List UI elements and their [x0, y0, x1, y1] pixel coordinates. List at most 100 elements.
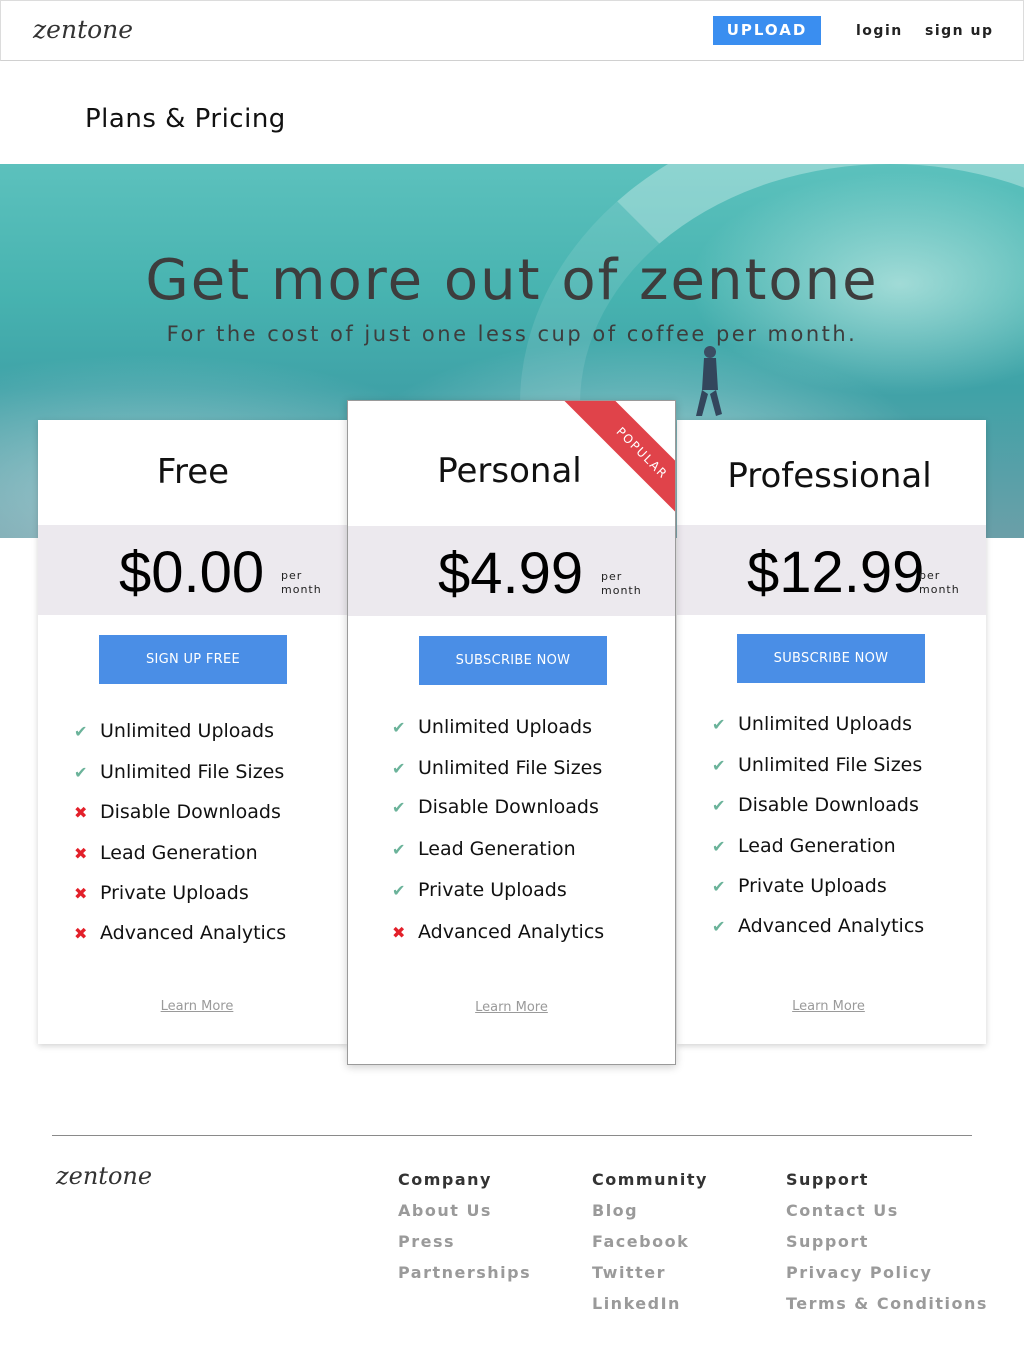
plan-card-personal: POPULAR Personal $4.99 per month SUBSCRI… — [347, 400, 676, 1065]
feature-item: ✖ Lead Generation — [74, 841, 258, 865]
check-icon: ✔ — [712, 714, 726, 734]
page-title: Plans & Pricing — [85, 104, 286, 134]
plan-price: $0.00 — [119, 540, 265, 605]
footer-logo[interactable]: zentone — [56, 1162, 152, 1190]
check-icon: ✔ — [712, 916, 726, 936]
login-link[interactable]: login — [856, 23, 903, 39]
feature-label: Disable Downloads — [418, 796, 599, 818]
upload-button[interactable]: UPLOAD — [713, 16, 821, 45]
plan-name: Professional — [727, 456, 932, 496]
feature-item: ✔ Unlimited Uploads — [392, 715, 592, 739]
plan-price: $4.99 — [438, 541, 584, 606]
cross-icon: ✖ — [74, 923, 88, 943]
learn-more-link[interactable]: Learn More — [674, 999, 983, 1014]
feature-label: Unlimited Uploads — [100, 720, 275, 742]
signup-link[interactable]: sign up — [925, 23, 993, 39]
footer-link[interactable]: Facebook — [592, 1232, 708, 1263]
footer-column-support: Support Contact Us Support Privacy Polic… — [786, 1170, 988, 1325]
plan-card-professional: Professional $12.99 per month SUBSCRIBE … — [677, 420, 986, 1044]
feature-item: ✖ Advanced Analytics — [74, 921, 286, 945]
learn-more-link[interactable]: Learn More — [348, 1000, 675, 1015]
footer-link[interactable]: Privacy Policy — [786, 1263, 988, 1294]
top-navbar: zentone UPLOAD login sign up — [0, 0, 1024, 61]
check-icon: ✔ — [712, 795, 726, 815]
feature-label: Unlimited File Sizes — [100, 761, 285, 783]
subscribe-now-button[interactable]: SUBSCRIBE NOW — [419, 636, 607, 685]
footer-link[interactable]: Twitter — [592, 1263, 708, 1294]
footer-link[interactable]: Blog — [592, 1201, 708, 1232]
feature-item: ✔ Unlimited Uploads — [712, 712, 912, 736]
check-icon: ✔ — [392, 880, 406, 900]
footer-column-company: Company About Us Press Partnerships — [398, 1170, 531, 1294]
footer-link[interactable]: Contact Us — [786, 1201, 988, 1232]
footer-link[interactable]: About Us — [398, 1201, 531, 1232]
footer-heading: Support — [786, 1170, 869, 1189]
feature-label: Unlimited File Sizes — [418, 757, 603, 779]
feature-item: ✔ Unlimited File Sizes — [712, 753, 922, 777]
footer-link[interactable]: Partnerships — [398, 1263, 531, 1294]
feature-item: ✔ Unlimited File Sizes — [392, 756, 602, 780]
feature-item: ✔ Private Uploads — [392, 878, 567, 902]
footer-link[interactable]: Terms & Conditions — [786, 1294, 988, 1325]
per-label: per — [281, 569, 303, 582]
cross-icon: ✖ — [74, 883, 88, 903]
footer-heading: Company — [398, 1170, 492, 1189]
feature-item: ✔ Advanced Analytics — [712, 914, 924, 938]
footer-link[interactable]: Press — [398, 1232, 531, 1263]
footer-link[interactable]: LinkedIn — [592, 1294, 708, 1325]
feature-label: Disable Downloads — [100, 801, 281, 823]
feature-item: ✔ Lead Generation — [712, 834, 896, 858]
feature-item: ✔ Unlimited Uploads — [74, 719, 274, 743]
check-icon: ✔ — [74, 721, 88, 741]
plan-name: Free — [156, 452, 230, 492]
feature-label: Advanced Analytics — [100, 922, 287, 944]
feature-item: ✔ Unlimited File Sizes — [74, 760, 284, 784]
feature-item: ✔ Disable Downloads — [392, 795, 599, 819]
price-band: $4.99 per month — [348, 526, 675, 616]
check-icon: ✔ — [712, 876, 726, 896]
feature-item: ✖ Disable Downloads — [74, 800, 281, 824]
hero-subtitle: For the cost of just one less cup of cof… — [166, 322, 858, 346]
check-icon: ✔ — [74, 762, 88, 782]
per-label: per — [601, 570, 623, 583]
feature-label: Lead Generation — [738, 835, 896, 857]
feature-item: ✖ Private Uploads — [74, 881, 249, 905]
feature-label: Private Uploads — [418, 879, 567, 901]
check-icon: ✔ — [392, 797, 406, 817]
footer-divider — [52, 1135, 972, 1136]
sign-up-free-button[interactable]: SIGN UP FREE — [99, 635, 287, 684]
price-band: $12.99 per month — [677, 525, 986, 615]
zentone-logo[interactable]: zentone — [33, 15, 133, 44]
check-icon: ✔ — [392, 758, 406, 778]
per-label: per — [919, 569, 941, 582]
hero-title: Get more out of zentone — [145, 248, 879, 313]
cross-icon: ✖ — [74, 802, 88, 822]
feature-item: ✔ Lead Generation — [392, 837, 576, 861]
period-label: month — [281, 583, 322, 596]
learn-more-link[interactable]: Learn More — [42, 999, 352, 1014]
feature-label: Lead Generation — [418, 838, 576, 860]
feature-label: Unlimited Uploads — [418, 716, 593, 738]
subscribe-now-button[interactable]: SUBSCRIBE NOW — [737, 634, 925, 683]
period-label: month — [919, 583, 960, 596]
footer-link[interactable]: Support — [786, 1232, 988, 1263]
price-period: per month — [919, 569, 960, 597]
feature-label: Private Uploads — [100, 882, 249, 904]
feature-label: Unlimited Uploads — [738, 713, 913, 735]
price-period: per month — [601, 570, 642, 598]
feature-label: Unlimited File Sizes — [738, 754, 923, 776]
price-period: per month — [281, 569, 322, 597]
check-icon: ✔ — [392, 717, 406, 737]
feature-label: Lead Generation — [100, 842, 258, 864]
feature-item: ✖ Advanced Analytics — [392, 920, 604, 944]
price-band: $0.00 per month — [38, 525, 348, 615]
check-icon: ✔ — [712, 836, 726, 856]
cross-icon: ✖ — [392, 922, 406, 942]
feature-label: Private Uploads — [738, 875, 887, 897]
feature-item: ✔ Private Uploads — [712, 874, 887, 898]
feature-label: Advanced Analytics — [418, 921, 605, 943]
plan-card-free: Free $0.00 per month SIGN UP FREE ✔ Unlim… — [38, 420, 348, 1044]
plan-price: $12.99 — [747, 540, 925, 605]
footer-column-community: Community Blog Facebook Twitter LinkedIn — [592, 1170, 708, 1325]
footer-heading: Community — [592, 1170, 708, 1189]
